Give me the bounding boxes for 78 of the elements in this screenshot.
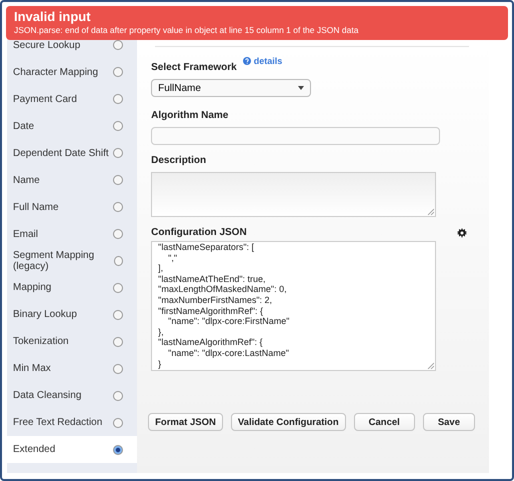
field-label: Configuration JSON: [151, 227, 247, 238]
code-line: "lastNameAlgorithmRef": {: [158, 337, 264, 348]
code-line: ],: [158, 263, 164, 274]
resize-grip-icon[interactable]: [427, 208, 434, 215]
algorithm-type-item[interactable]: Tokenization: [7, 328, 138, 356]
action-button[interactable]: Validate Configuration: [230, 413, 346, 431]
algorithm-type-item[interactable]: Name: [7, 166, 138, 194]
algorithm-type-label: Free Text Redaction: [13, 417, 102, 428]
algorithm-type-item[interactable]: Binary Lookup: [7, 301, 138, 328]
radio-button[interactable]: [113, 444, 124, 455]
radio-button[interactable]: [113, 418, 124, 428]
radio-button[interactable]: [113, 336, 124, 347]
dropdown-caret-icon: [298, 86, 304, 90]
algorithm-type-item[interactable]: Segment Mapping (legacy): [7, 248, 138, 274]
radio-button[interactable]: [113, 310, 124, 320]
code-line: "firstNameAlgorithmRef": {: [158, 306, 264, 316]
framework-select[interactable]: FullName: [151, 79, 312, 97]
radio-button[interactable]: [113, 67, 124, 78]
resize-grip-icon[interactable]: [427, 362, 434, 369]
algorithm-type-item[interactable]: Payment Card: [7, 86, 138, 113]
algorithm-type-item[interactable]: Date: [7, 112, 138, 140]
settings-icon[interactable]: [457, 228, 467, 238]
algorithm-type-item[interactable]: Full Name: [7, 194, 138, 221]
action-button[interactable]: Cancel: [354, 413, 415, 431]
algorithm-type-item[interactable]: Extended: [7, 436, 138, 463]
code-line: "name": "dlpx-core:FirstName": [167, 316, 290, 327]
field-label: Algorithm Name: [151, 110, 228, 121]
help-icon: [242, 57, 251, 65]
code-line: "maxLengthOfMaskedName": 0,: [158, 284, 288, 295]
code-line: ",": [167, 252, 178, 264]
radio-button[interactable]: [114, 256, 124, 266]
code-line: "name": "dlpx-core:LastName": [167, 348, 290, 359]
error-title: Invalid input: [14, 9, 92, 24]
radio-button[interactable]: [113, 94, 124, 104]
algorithm-type-item[interactable]: Dependent Date Shift: [7, 140, 138, 167]
algorithm-type-item[interactable]: Mapping: [7, 274, 138, 302]
algorithm-type-item[interactable]: Min Max: [7, 355, 138, 382]
action-button[interactable]: Save: [422, 413, 475, 431]
algorithm-type-label: Min Max: [13, 363, 51, 374]
algorithm-type-label: Email: [13, 228, 38, 240]
radio-button[interactable]: [113, 390, 124, 401]
radio-button[interactable]: [113, 40, 124, 50]
algorithm-type-label: Character Mapping: [13, 66, 98, 78]
algorithm-type-label: Name: [13, 174, 40, 186]
algorithm-type-label: Data Cleansing: [13, 390, 82, 402]
algorithm-type-label: Payment Card: [13, 94, 77, 105]
code-line: },: [158, 326, 165, 338]
algorithm-type-label: Mapping: [13, 282, 52, 294]
radio-button[interactable]: [113, 148, 124, 158]
radio-button[interactable]: [113, 202, 124, 212]
algorithm-type-label: Dependent Date Shift: [13, 148, 109, 159]
configuration-json-editor[interactable]: [151, 241, 436, 371]
algorithm-type-item[interactable]: Free Text Redaction: [7, 409, 138, 436]
algorithm-type-label: Full Name: [13, 202, 59, 213]
algorithm-type-label: Secure Lookup: [13, 40, 80, 51]
error-message: JSON.parse: end of data after property value in object at line 15 column 1 of the JSON data: [14, 25, 360, 35]
code-line: }: [158, 358, 162, 370]
radio-button[interactable]: [113, 121, 124, 132]
code-line: "maxNumberFirstNames": 2,: [158, 294, 274, 306]
radio-button[interactable]: [113, 364, 124, 374]
algorithm-type-item[interactable]: Data Cleansing: [7, 382, 138, 410]
code-line: "lastNameAtTheEnd": true,: [158, 274, 267, 284]
algorithm-name-field[interactable]: [151, 127, 440, 145]
details-link[interactable]: details: [242, 56, 282, 66]
radio-button[interactable]: [113, 282, 124, 293]
action-button[interactable]: Format JSON: [148, 413, 223, 431]
algorithm-type-label: Segment Mapping (legacy): [13, 250, 96, 272]
algorithm-type-item[interactable]: Character Mapping: [7, 58, 138, 86]
description-field[interactable]: [151, 172, 436, 217]
code-line: "lastNameSeparators": [: [158, 242, 256, 253]
field-label: Description: [151, 155, 206, 166]
algorithm-type-item[interactable]: Email: [7, 220, 138, 248]
radio-button[interactable]: [113, 175, 124, 186]
algorithm-type-label: Extended: [13, 444, 56, 456]
radio-button[interactable]: [113, 229, 124, 240]
algorithm-type-label: Tokenization: [13, 336, 69, 348]
algorithm-type-label: Binary Lookup: [13, 309, 77, 320]
algorithm-type-label: Date: [13, 120, 34, 132]
